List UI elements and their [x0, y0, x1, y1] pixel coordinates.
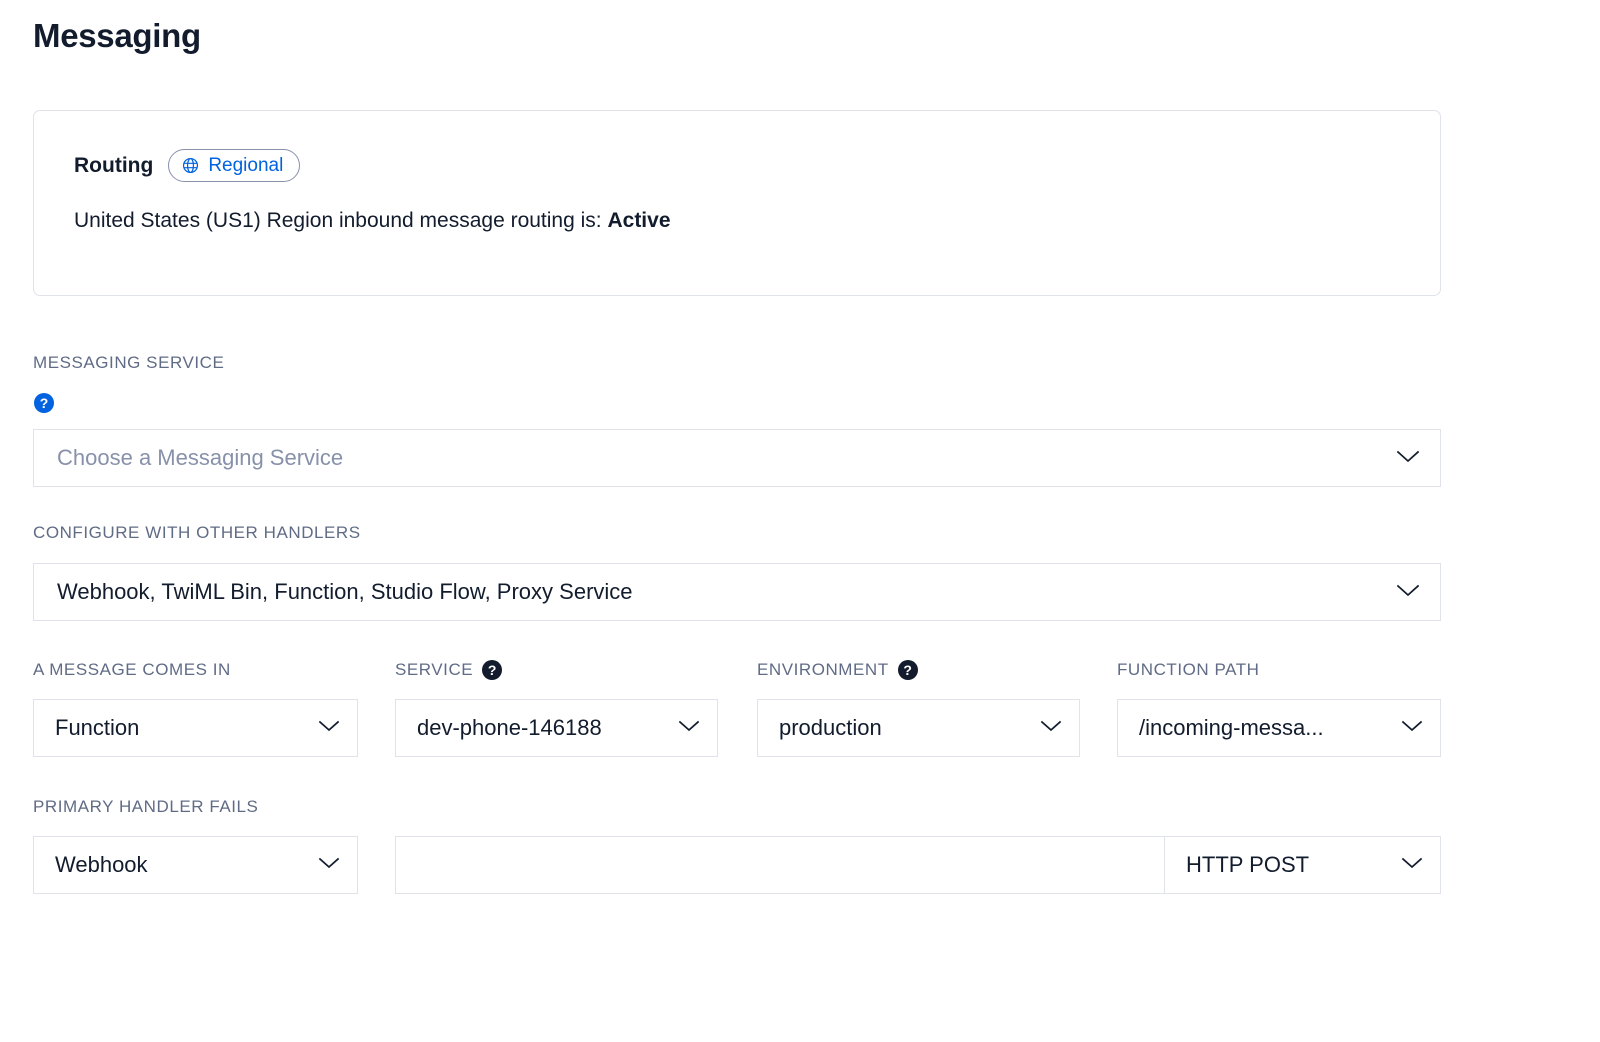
fallback-method-select[interactable]: HTTP POST: [1164, 836, 1441, 894]
routing-status-value: Active: [607, 209, 671, 232]
fallback-url-input[interactable]: [417, 852, 1148, 878]
chevron-down-icon: [677, 718, 701, 738]
fallback-handler-select[interactable]: Webhook: [33, 836, 358, 894]
function-path-label: FUNCTION PATH: [1117, 660, 1260, 679]
chevron-down-icon: [1400, 855, 1424, 875]
routing-badge: Regional: [168, 149, 301, 182]
environment-select[interactable]: production: [757, 699, 1080, 757]
chevron-down-icon: [1400, 718, 1424, 738]
handlers-select[interactable]: Webhook, TwiML Bin, Function, Studio Flo…: [33, 563, 1441, 621]
fallback-method-value: HTTP POST: [1186, 852, 1310, 877]
routing-status-text: United States (US1) Region inbound messa…: [74, 209, 602, 232]
routing-card: Routing Regional United States (US1) Reg…: [33, 110, 1441, 296]
messaging-service-select[interactable]: Choose a Messaging Service: [33, 429, 1441, 487]
help-circle-icon[interactable]: ?: [34, 393, 54, 413]
handlers-value: Webhook, TwiML Bin, Function, Studio Flo…: [57, 579, 633, 604]
fallback-handler-label: PRIMARY HANDLER FAILS: [33, 797, 259, 816]
service-select[interactable]: dev-phone-146188: [395, 699, 718, 757]
messaging-settings-page: Messaging Routing Regional United States…: [0, 0, 1600, 1042]
environment-label-group: ENVIRONMENT ?: [757, 659, 918, 681]
globe-icon: [181, 156, 200, 175]
chevron-down-icon: [317, 718, 341, 738]
function-path-select[interactable]: /incoming-messa...: [1117, 699, 1441, 757]
function-path-value: /incoming-messa...: [1139, 715, 1324, 740]
help-circle-icon[interactable]: ?: [897, 660, 918, 680]
service-label-group: SERVICE ?: [395, 659, 503, 681]
routing-header: Routing Regional: [74, 149, 301, 182]
routing-status: United States (US1) Region inbound messa…: [74, 207, 671, 235]
message-comes-in-value: Function: [55, 715, 140, 740]
fallback-url-field[interactable]: [395, 836, 1165, 894]
chevron-down-icon: [1039, 718, 1063, 738]
page-title: Messaging: [33, 17, 201, 54]
message-comes-in-select[interactable]: Function: [33, 699, 358, 757]
message-comes-in-label: A MESSAGE COMES IN: [33, 660, 231, 679]
chevron-down-icon: [1395, 448, 1421, 469]
routing-badge-label: Regional: [208, 155, 284, 176]
messaging-service-value: Choose a Messaging Service: [57, 445, 344, 470]
chevron-down-icon: [1395, 582, 1421, 603]
help-circle-icon[interactable]: ?: [482, 660, 503, 680]
environment-value: production: [779, 715, 882, 740]
messaging-service-label: MESSAGING SERVICE: [33, 353, 225, 372]
fallback-handler-value: Webhook: [55, 852, 148, 877]
service-value: dev-phone-146188: [417, 715, 602, 740]
handlers-label: CONFIGURE WITH OTHER HANDLERS: [33, 523, 361, 542]
chevron-down-icon: [317, 855, 341, 875]
environment-label: ENVIRONMENT: [757, 660, 889, 679]
service-label: SERVICE: [395, 660, 474, 679]
routing-label: Routing: [74, 153, 154, 177]
